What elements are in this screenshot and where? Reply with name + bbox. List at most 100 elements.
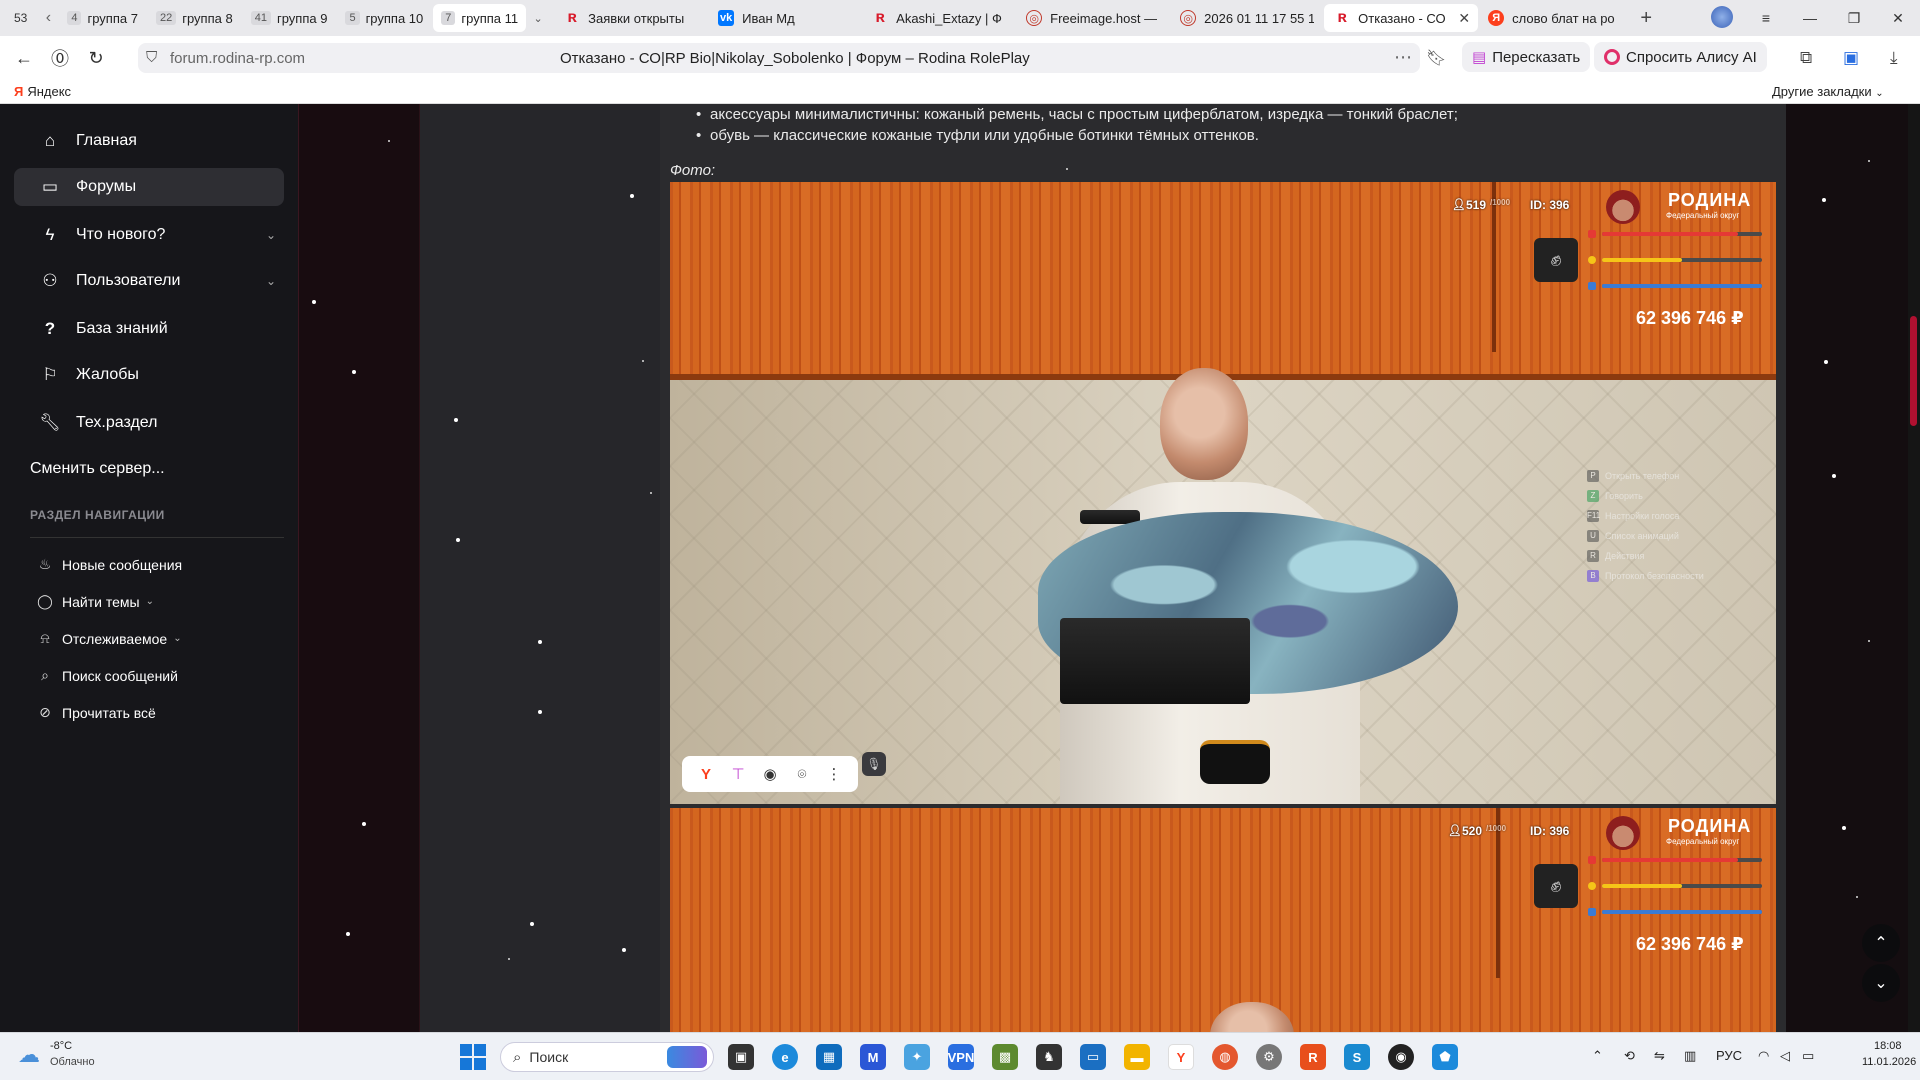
tab-akashi[interactable]: ʀ Akashi_Extazy | Ф: [862, 4, 1016, 32]
camera-icon[interactable]: ⌾: [786, 766, 818, 783]
profile-avatar[interactable]: [1700, 5, 1744, 31]
tab-count[interactable]: 53: [14, 11, 27, 25]
app-icon[interactable]: ◍: [1212, 1044, 1238, 1070]
wifi-icon[interactable]: ◠: [1758, 1048, 1769, 1064]
retell-button[interactable]: ▤ Пересказать: [1462, 42, 1591, 72]
app-icon[interactable]: ▭: [1080, 1044, 1106, 1070]
weather-temp[interactable]: -8°C: [50, 1040, 72, 1052]
watched-link[interactable]: ⍾ Отслеживаемое ⌄: [36, 630, 181, 647]
more-icon[interactable]: ⋯: [1394, 47, 1412, 68]
yandex-search-image-icon[interactable]: Y: [690, 766, 722, 783]
battery-icon[interactable]: ▭: [1802, 1048, 1814, 1064]
taskbar-search[interactable]: ⌕ Поиск: [500, 1042, 714, 1072]
tab-search-blat[interactable]: Яслово блат на ро: [1478, 4, 1632, 32]
restore-icon[interactable]: ❐: [1832, 10, 1876, 27]
settings-icon[interactable]: ⚙: [1256, 1044, 1282, 1070]
chevron-down-icon[interactable]: ⌄: [266, 228, 276, 242]
mark-all-read-link[interactable]: ⊘ Прочитать всё: [36, 704, 156, 721]
game-icon[interactable]: ♞: [1036, 1044, 1062, 1070]
reload-icon[interactable]: ↻: [78, 48, 114, 69]
tab-group-9[interactable]: 41 группа 9: [243, 4, 336, 32]
tab-group-11[interactable]: 7 группа 11: [433, 4, 527, 32]
window-close-icon[interactable]: ✕: [1876, 10, 1920, 27]
more-vertical-icon[interactable]: ⋮: [818, 765, 850, 783]
other-bookmarks[interactable]: Другие закладки ⌄: [1772, 84, 1884, 99]
extension-icon[interactable]: ▣: [1843, 48, 1859, 68]
yandex-browser-icon[interactable]: Y: [1168, 1044, 1194, 1070]
post-image[interactable]: 👤︎ 520 /1000 ID: 396 РОДИНА Федеральный …: [670, 808, 1776, 1032]
edge-icon[interactable]: e: [772, 1044, 798, 1070]
wood-seam: [1496, 808, 1500, 978]
chevron-left-icon[interactable]: ‹: [37, 9, 59, 27]
yandex-shield-icon[interactable]: ⓪: [42, 45, 78, 71]
tray-app-icon[interactable]: ⇋: [1654, 1048, 1665, 1064]
url-text[interactable]: forum.rodina-rp.com: [170, 50, 305, 67]
sidebar-item-whats-new[interactable]: ϟ Что нового? ⌄: [14, 216, 284, 254]
site-info-icon[interactable]: ⛉: [146, 49, 157, 66]
game-launcher-icon[interactable]: S: [1344, 1044, 1370, 1070]
post-image[interactable]: 👤︎ 519 /1000 ID: 396 РОДИНА Федеральный …: [670, 182, 1776, 804]
app-icon[interactable]: ✦: [904, 1044, 930, 1070]
minecraft-icon[interactable]: ▩: [992, 1044, 1018, 1070]
ask-alice-button[interactable]: Спросить Алису AI: [1594, 42, 1767, 72]
switch-server-link[interactable]: Сменить сервер...: [30, 460, 165, 478]
scrollbar-thumb[interactable]: [1910, 316, 1917, 426]
mic-icon[interactable]: 🎙︎: [862, 752, 886, 776]
eye-icon[interactable]: ◉: [754, 765, 786, 783]
new-tab-button[interactable]: +: [1632, 4, 1660, 32]
new-messages-link[interactable]: ♨ Новые сообщения: [36, 556, 182, 573]
belt-bag: [1200, 740, 1270, 784]
bookmark-icon[interactable]: 🔖︎: [1426, 48, 1446, 68]
tab-requests[interactable]: ʀ Заявки открыты: [554, 4, 708, 32]
sidebar-item-users[interactable]: ⚇ Пользователи ⌄: [14, 262, 284, 300]
weather-desc[interactable]: Облачно: [50, 1056, 95, 1068]
vpn-icon[interactable]: VPN: [948, 1044, 974, 1070]
menu-icon[interactable]: ≡: [1744, 10, 1788, 26]
tab-active-otkazano[interactable]: ʀ Отказано - СО ✕: [1324, 4, 1479, 32]
volume-icon[interactable]: ◁: [1780, 1048, 1790, 1064]
vk-icon: vk: [718, 10, 735, 26]
tray-app-icon[interactable]: ▥: [1684, 1048, 1696, 1064]
file-explorer-icon[interactable]: ▬: [1124, 1044, 1150, 1070]
chevron-down-icon[interactable]: ⌄: [528, 12, 548, 25]
bookmark-yandex[interactable]: Я Яндекс: [14, 84, 71, 99]
app-icon[interactable]: ◉: [1388, 1044, 1414, 1070]
clock-date[interactable]: 11.01.2026: [1862, 1056, 1916, 1068]
search-messages-link[interactable]: ⌕ Поиск сообщений: [36, 667, 178, 684]
app-icon[interactable]: M: [860, 1044, 886, 1070]
downloads-icon[interactable]: ⤓: [1890, 48, 1898, 68]
minimize-icon[interactable]: —: [1788, 10, 1832, 26]
text-recognize-icon[interactable]: ⊤: [722, 765, 754, 783]
sidebar-item-home[interactable]: ⌂ Главная: [14, 122, 284, 160]
tab-group-8[interactable]: 22 группа 8: [148, 4, 241, 32]
collections-icon[interactable]: ⧉: [1800, 48, 1812, 68]
task-view-icon[interactable]: ▣: [728, 1044, 754, 1070]
back-icon[interactable]: ←: [6, 48, 42, 69]
sidebar-item-knowledge-base[interactable]: ? База знаний: [14, 310, 284, 348]
tab-group-10[interactable]: 5 группа 10: [337, 4, 431, 32]
tab-ivan[interactable]: vk Иван Мд: [708, 4, 862, 32]
tab-freeimage-photo[interactable]: ◎ 2026 01 11 17 55 1: [1170, 4, 1324, 32]
chevron-up-icon[interactable]: ⌃: [1592, 1048, 1603, 1064]
app-icon[interactable]: ⬟: [1432, 1044, 1458, 1070]
language-indicator[interactable]: РУС: [1716, 1048, 1742, 1063]
game-launcher-icon[interactable]: R: [1300, 1044, 1326, 1070]
windows-start-icon[interactable]: [460, 1044, 486, 1070]
sidebar-item-forums[interactable]: ▭ Форумы: [14, 168, 284, 206]
clock-time[interactable]: 18:08: [1874, 1040, 1902, 1052]
sidebar-item-tech[interactable]: 🔧︎ Тех.раздел: [14, 404, 284, 442]
chevron-down-icon[interactable]: ⌄: [266, 274, 276, 288]
close-icon[interactable]: ✕: [1458, 10, 1470, 27]
scroll-top-button[interactable]: ⌃: [1862, 924, 1900, 962]
photo-label: Фото:: [670, 162, 716, 179]
sidebar-item-complaints[interactable]: ⚐ Жалобы: [14, 356, 284, 394]
tab-freeimage[interactable]: ◎ Freeimage.host —: [1016, 4, 1170, 32]
store-icon[interactable]: ▦: [816, 1044, 842, 1070]
sync-icon[interactable]: ⟲: [1624, 1048, 1635, 1064]
page-scrollbar[interactable]: [1908, 104, 1920, 1032]
page-title: Отказано - СО|RP Bio|Nikolay_Sobolenko |…: [560, 50, 1030, 67]
find-threads-link[interactable]: ◯ Найти темы ⌄: [36, 593, 154, 610]
tab-group-7[interactable]: 4 группа 7: [59, 4, 146, 32]
cloud-icon[interactable]: ☁: [18, 1042, 40, 1068]
scroll-bottom-button[interactable]: ⌄: [1862, 964, 1900, 1002]
